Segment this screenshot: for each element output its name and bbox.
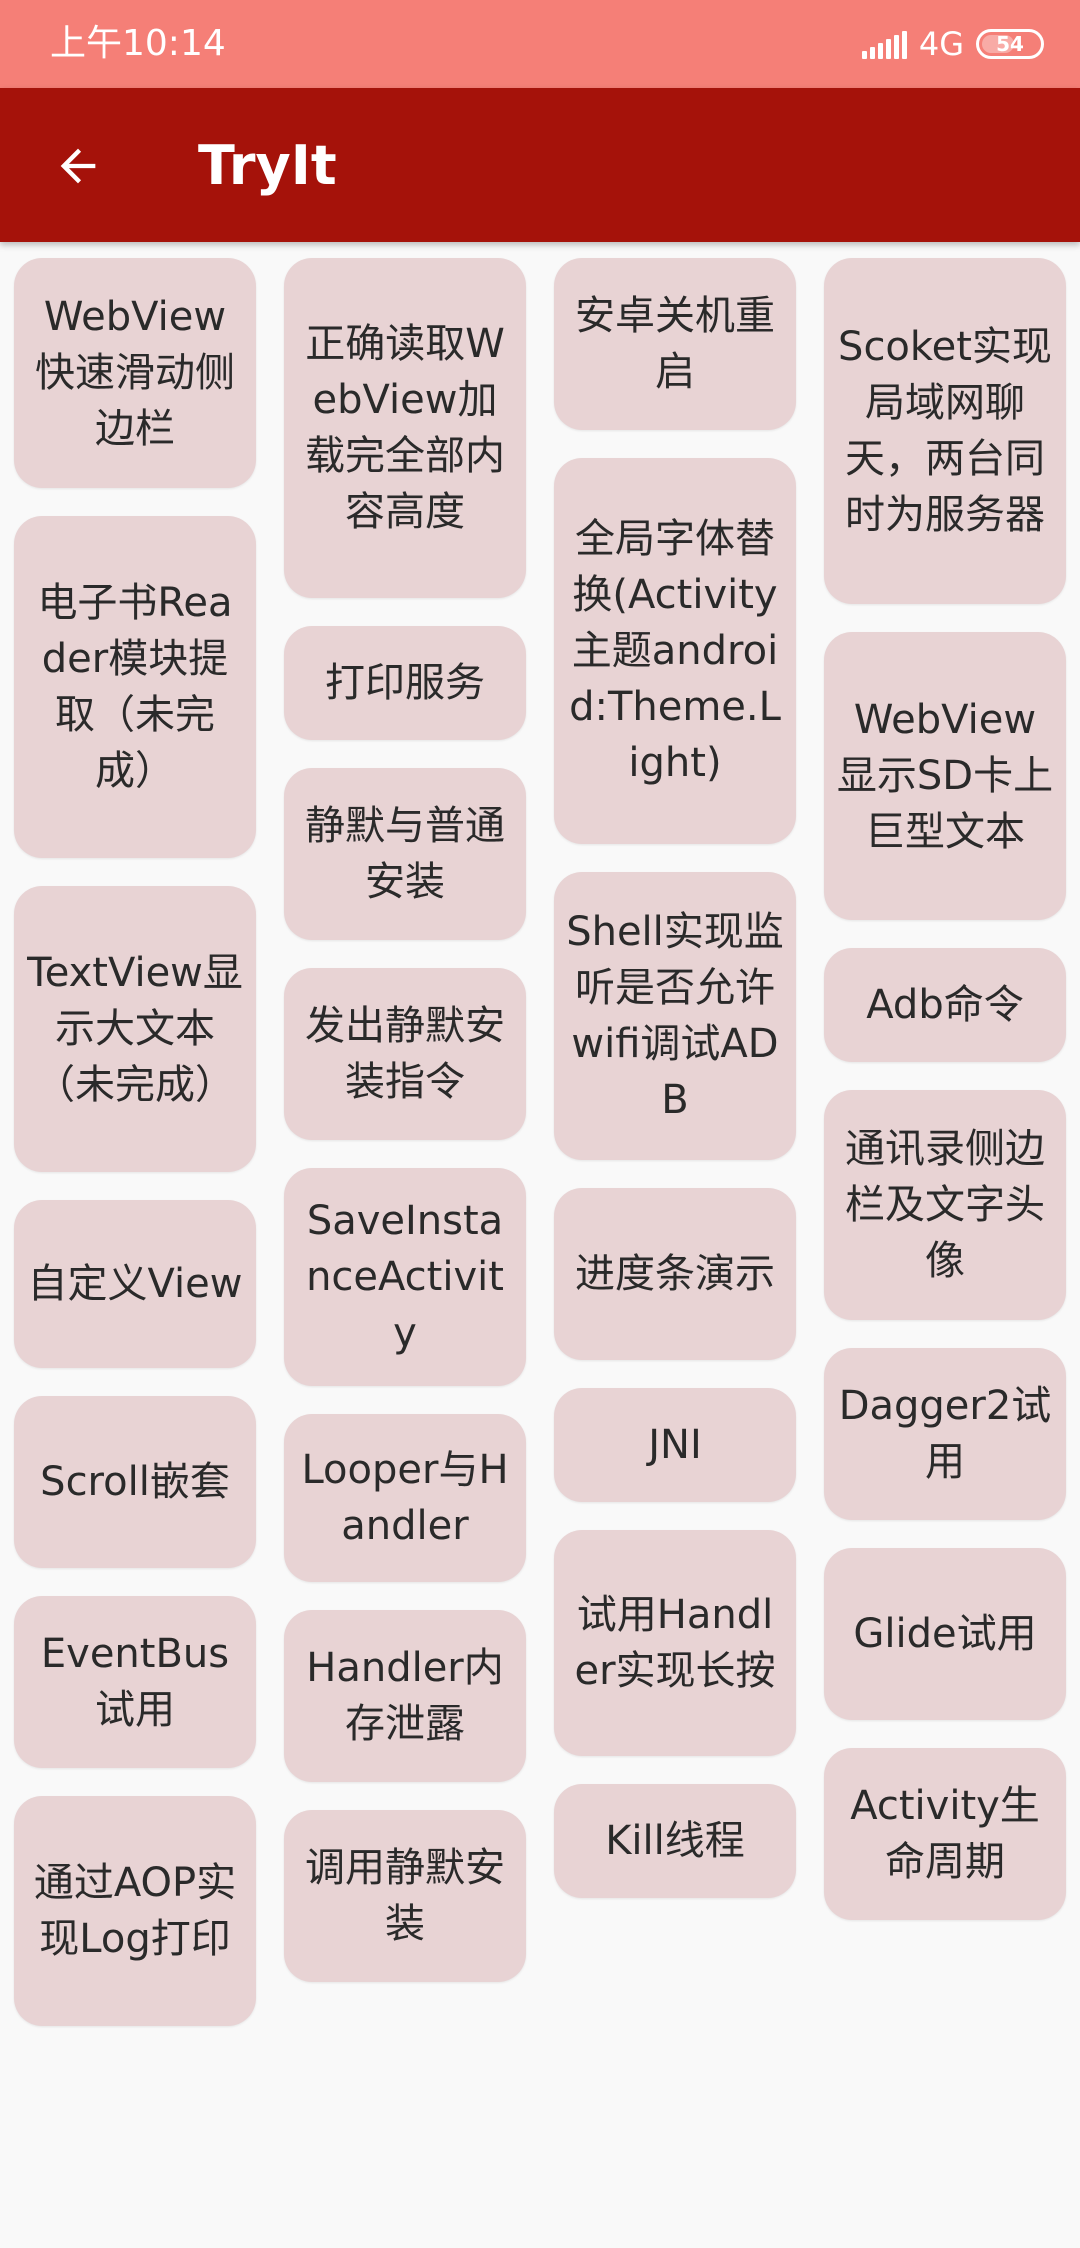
demo-card[interactable]: 进度条演示 bbox=[554, 1188, 796, 1360]
demo-card[interactable]: Looper与Handler bbox=[284, 1414, 526, 1582]
demo-card[interactable]: 通讯录侧边栏及文字头像 bbox=[824, 1090, 1066, 1320]
demo-card[interactable]: 打印服务 bbox=[284, 626, 526, 740]
status-icons: 4G 54 bbox=[861, 22, 1044, 66]
network-type: 4G bbox=[918, 25, 964, 63]
grid-column-2: 正确读取WebView加载完全部内容高度 打印服务 静默与普通安装 发出静默安装… bbox=[284, 258, 526, 2010]
status-time: 上午10:14 bbox=[50, 23, 226, 64]
demo-card[interactable]: Adb命令 bbox=[824, 948, 1066, 1062]
demo-card[interactable]: 发出静默安装指令 bbox=[284, 968, 526, 1140]
demo-card[interactable]: 电子书Reader模块提取（未完成） bbox=[14, 516, 256, 858]
signal-icon bbox=[861, 29, 907, 59]
grid-column-4: Scoket实现局域网聊天，两台同时为服务器 WebView显示SD卡上巨型文本… bbox=[824, 258, 1066, 1948]
demo-card[interactable]: EventBus试用 bbox=[14, 1596, 256, 1768]
demo-card[interactable]: Activity生命周期 bbox=[824, 1748, 1066, 1920]
demo-card[interactable]: 通过AOP实现Log打印 bbox=[14, 1796, 256, 2026]
grid-column-1: WebView快速滑动侧边栏 电子书Reader模块提取（未完成） TextVi… bbox=[14, 258, 256, 2054]
app-bar: TryIt bbox=[0, 88, 1080, 242]
arrow-left-icon bbox=[60, 148, 96, 184]
demo-card[interactable]: 正确读取WebView加载完全部内容高度 bbox=[284, 258, 526, 598]
back-button[interactable] bbox=[36, 124, 120, 208]
demo-card[interactable]: 自定义View bbox=[14, 1200, 256, 1368]
battery-level: 54 bbox=[996, 32, 1024, 56]
demo-card[interactable]: Handler内存泄露 bbox=[284, 1610, 526, 1782]
status-bar: 上午10:14 4G 54 bbox=[0, 0, 1080, 88]
demo-card[interactable]: 试用Handler实现长按 bbox=[554, 1530, 796, 1756]
demo-card[interactable]: WebView快速滑动侧边栏 bbox=[14, 258, 256, 488]
demo-card[interactable]: 静默与普通安装 bbox=[284, 768, 526, 940]
grid-column-3: 安卓关机重启 全局字体替换(Activity主题android:Theme.Li… bbox=[554, 258, 796, 1926]
demo-card[interactable]: SaveInstanceActivity bbox=[284, 1168, 526, 1386]
demo-card[interactable]: Kill线程 bbox=[554, 1784, 796, 1898]
demo-card[interactable]: WebView显示SD卡上巨型文本 bbox=[824, 632, 1066, 920]
demo-card[interactable]: Shell实现监听是否允许wifi调试ADB bbox=[554, 872, 796, 1160]
demo-card[interactable]: Scroll嵌套 bbox=[14, 1396, 256, 1568]
demo-card[interactable]: Scoket实现局域网聊天，两台同时为服务器 bbox=[824, 258, 1066, 604]
demo-card[interactable]: 安卓关机重启 bbox=[554, 258, 796, 430]
demo-card[interactable]: 全局字体替换(Activity主题android:Theme.Light) bbox=[554, 458, 796, 844]
demo-card[interactable]: Dagger2试用 bbox=[824, 1348, 1066, 1520]
demo-card[interactable]: Glide试用 bbox=[824, 1548, 1066, 1720]
demo-card[interactable]: 调用静默安装 bbox=[284, 1810, 526, 1982]
demo-card[interactable]: JNI bbox=[554, 1388, 796, 1502]
battery-icon: 54 bbox=[976, 29, 1044, 59]
demo-card[interactable]: TextView显示大文本（未完成） bbox=[14, 886, 256, 1172]
page-title: TryIt bbox=[198, 134, 337, 197]
